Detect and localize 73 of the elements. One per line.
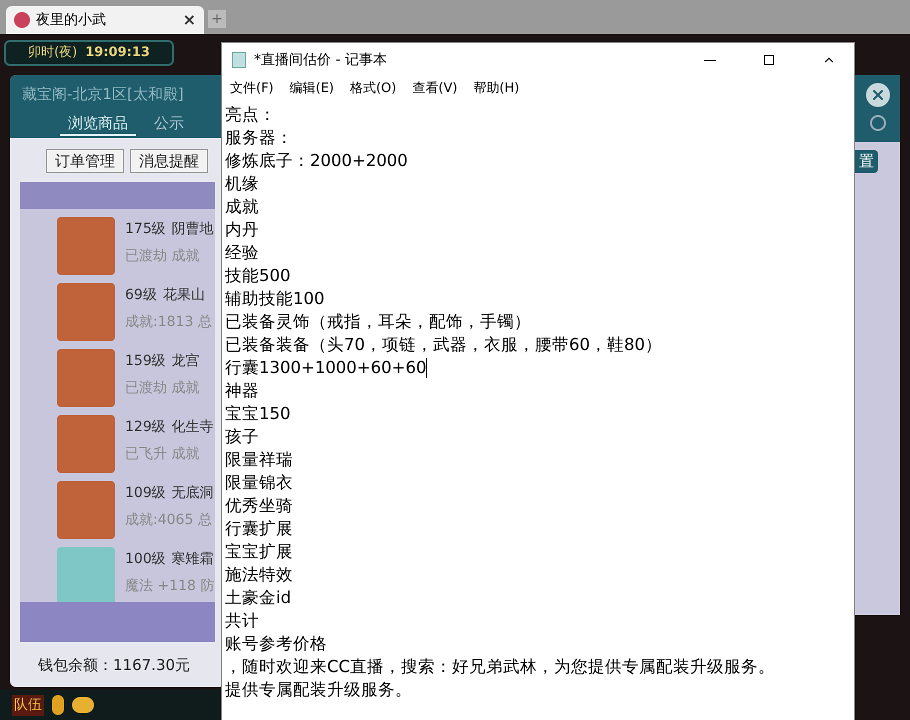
close-icon[interactable]: × <box>182 8 196 32</box>
panel-button[interactable]: 消息提醒 <box>130 149 208 173</box>
text-line: 修炼底子：2000+2000 <box>225 150 408 172</box>
text-line: 提供专属配装升级服务。 <box>225 679 412 701</box>
detail-text: 已渡劫 成就 <box>125 247 200 266</box>
detail-text: 成就:1813 总 <box>125 313 212 332</box>
school-text: 阴曹地 <box>172 220 214 239</box>
text-line: 施法特效 <box>225 564 293 586</box>
avatar-placeholder <box>57 283 115 341</box>
text-line: 宝宝扩展 <box>225 541 293 563</box>
text-line: 行囊1300+1000+60+60 <box>225 357 426 379</box>
school-text: 花果山 <box>162 286 205 305</box>
team-button[interactable]: 队伍 <box>12 694 44 716</box>
school-text: 化生寺 <box>172 418 214 437</box>
app-icon <box>14 12 30 28</box>
window-title: *直播间估价 - 记事本 <box>254 50 388 70</box>
tab-title: 夜里的小武 <box>36 10 107 30</box>
menu-item[interactable]: 编辑(E) <box>290 79 334 99</box>
school-text: 无底洞 <box>172 484 214 503</box>
text-line: 孩子 <box>225 426 259 448</box>
avatar-placeholder <box>57 415 115 473</box>
time-period: 卯时(夜) <box>28 44 78 62</box>
level-text: 100级 <box>125 550 166 569</box>
settings-button[interactable]: 置 <box>855 150 878 172</box>
avatar-placeholder <box>57 217 115 275</box>
text-line: 内丹 <box>225 219 259 241</box>
text-line: 宝宝150 <box>225 403 290 425</box>
text-line: 神器 <box>225 380 259 402</box>
panel-title: 藏宝阁-北京1区[太和殿] <box>21 84 185 105</box>
text-line: 已装备装备（头70，项链，武器，衣服，腰带60，鞋80） <box>225 334 662 356</box>
text-line: 亮点： <box>225 104 276 126</box>
panel-tab[interactable]: 公示 <box>146 112 192 136</box>
text-line: 优秀坐骑 <box>225 495 293 517</box>
level-text: 69级 <box>125 286 157 305</box>
level-text: 129级 <box>125 418 166 437</box>
notepad-icon <box>232 52 246 68</box>
text-line: 成就 <box>225 196 259 218</box>
panel-tab[interactable]: 浏览商品 <box>60 112 136 136</box>
level-text: 159级 <box>125 352 166 371</box>
text-line: 行囊扩展 <box>225 518 293 540</box>
detail-text: 已飞升 成就 <box>125 445 200 464</box>
avatar-placeholder <box>57 547 115 602</box>
text-line: ，随时欢迎来CC直播，搜索：好兄弟武林，为您提供专属配装升级服务。 <box>225 656 776 678</box>
level-text: 175级 <box>125 220 166 239</box>
detail-text: 已渡劫 成就 <box>125 379 200 398</box>
text-line: 机缘 <box>225 173 259 195</box>
detail-text: 成就:4065 总 <box>125 511 213 530</box>
menu-item[interactable]: 格式(O) <box>350 79 396 99</box>
browser-tab[interactable]: 夜里的小武 × <box>6 6 204 34</box>
text-line: 经验 <box>225 242 259 264</box>
avatar-placeholder <box>57 349 115 407</box>
school-text: 龙宫 <box>172 352 200 371</box>
text-line: 账号参考价格 <box>225 633 327 655</box>
maximize-icon[interactable] <box>764 55 774 65</box>
clock-time: 19:09:13 <box>85 44 150 62</box>
level-text: 109级 <box>125 484 166 503</box>
text-line: 限量祥瑞 <box>225 449 293 471</box>
menu-item[interactable]: 文件(F) <box>230 79 274 99</box>
wallet-balance: 钱包余额：1167.30元 <box>37 655 192 676</box>
close-icon[interactable] <box>866 83 890 107</box>
menu-item[interactable]: 查看(V) <box>412 79 458 99</box>
text-line: 限量锦衣 <box>225 472 293 494</box>
panel-button[interactable]: 订单管理 <box>46 149 124 173</box>
school-text: 寒雉霜 <box>172 550 214 569</box>
text-line: 辅助技能100 <box>225 288 324 310</box>
avatar-placeholder <box>57 481 115 539</box>
text-line: 技能500 <box>225 265 290 287</box>
text-line: 共计 <box>225 610 259 632</box>
text-line: 服务器： <box>225 127 293 149</box>
text-line: 已装备灵饰（戒指，耳朵，配饰，手镯） <box>225 311 531 333</box>
detail-text: 魔法 +118 防 <box>125 577 214 596</box>
menu-item[interactable]: 帮助(H) <box>473 79 520 99</box>
text-line: 土豪金id <box>225 587 292 609</box>
